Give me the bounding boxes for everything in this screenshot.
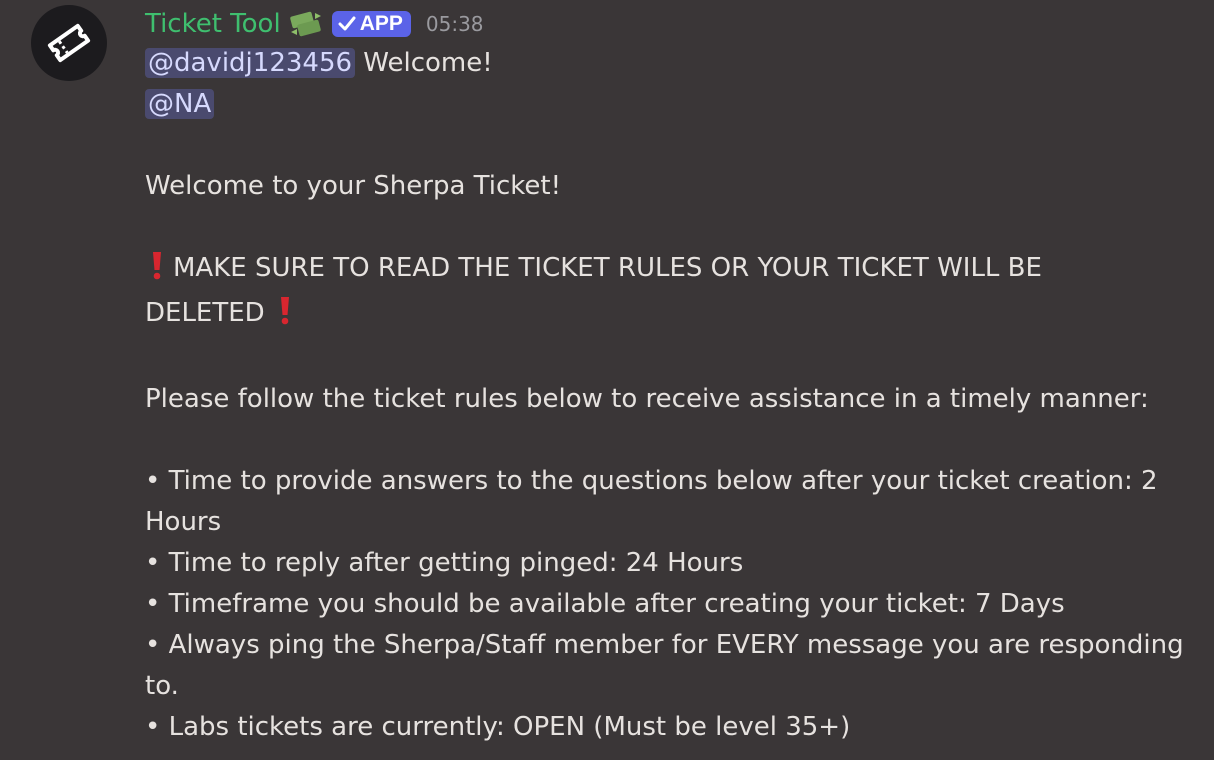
intro-text: Welcome to your Sherpa Ticket!	[145, 171, 561, 201]
ticket-icon	[47, 23, 91, 63]
message-timestamp[interactable]: 05:38	[426, 12, 484, 36]
role-mention-line: @NA	[145, 84, 1185, 125]
rule-line: • Time to reply after getting pinged: 24…	[145, 548, 744, 578]
rule-line: • Labs tickets are currently: OPEN (Must…	[145, 712, 851, 742]
money-exchange-icon[interactable]	[288, 10, 324, 38]
author-name[interactable]: Ticket Tool	[145, 9, 281, 39]
message-content: @davidj123456 Welcome! @NA Welcome to yo…	[145, 43, 1185, 748]
warning-text-2: DELETED	[145, 298, 265, 328]
red-exclamation-icon	[279, 295, 291, 338]
app-badge: APP	[331, 11, 411, 37]
chat-message: Ticket Tool APP 05:38 @davidj123456 Welc…	[0, 0, 1214, 760]
ticket-tool-avatar[interactable]	[31, 5, 107, 81]
red-exclamation-icon	[151, 250, 163, 293]
rule-line: • Always ping the Sherpa/Staff member fo…	[145, 630, 1184, 660]
user-mention[interactable]: @davidj123456	[145, 48, 356, 78]
warning-line-2: DELETED	[145, 293, 1185, 338]
app-badge-label: APP	[359, 12, 403, 35]
rule-line: • Time to provide answers to the questio…	[145, 466, 1158, 496]
rule-line: Hours	[145, 507, 222, 537]
rules-intro: Please follow the ticket rules below to …	[145, 384, 1149, 414]
message-header: Ticket Tool APP 05:38	[145, 6, 484, 42]
warning-line: MAKE SURE TO READ THE TICKET RULES OR YO…	[145, 248, 1185, 293]
rule-line: to.	[145, 671, 179, 701]
verified-check-icon	[338, 16, 356, 31]
role-mention[interactable]: @NA	[145, 89, 215, 119]
warning-text: MAKE SURE TO READ THE TICKET RULES OR YO…	[173, 253, 1042, 283]
welcome-line: @davidj123456 Welcome!	[145, 43, 1185, 84]
welcome-text: Welcome!	[355, 48, 493, 78]
rule-line: • Timeframe you should be available afte…	[145, 589, 1065, 619]
